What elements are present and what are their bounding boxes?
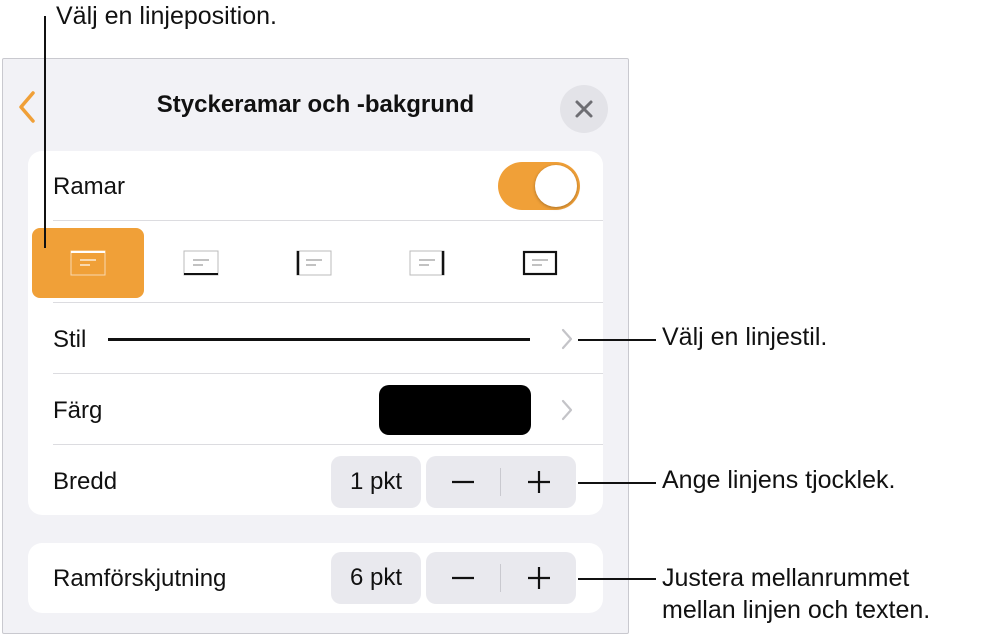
leader-line-style bbox=[578, 339, 656, 341]
border-position-bottom[interactable] bbox=[145, 228, 257, 298]
divider bbox=[53, 302, 603, 303]
width-decrement-button[interactable] bbox=[426, 456, 500, 508]
borders-toggle[interactable] bbox=[498, 162, 580, 210]
width-label: Bredd bbox=[53, 468, 118, 495]
border-bottom-icon bbox=[183, 250, 219, 276]
paragraph-borders-panel: Styckeramar och -bakgrund Ramar Stil Fär… bbox=[2, 58, 629, 634]
callout-offset-line-1: Justera mellanrummet bbox=[662, 564, 910, 592]
callout-line-width: Ange linjens tjocklek. bbox=[662, 466, 896, 494]
offset-label: Ramförskjutning bbox=[53, 565, 227, 592]
border-top-icon bbox=[70, 250, 106, 276]
style-label: Stil bbox=[53, 326, 87, 353]
stepper-separator bbox=[500, 468, 501, 496]
border-position-left[interactable] bbox=[258, 228, 370, 298]
minus-icon bbox=[452, 480, 474, 484]
color-swatch[interactable] bbox=[379, 385, 531, 435]
toggle-knob bbox=[535, 165, 577, 207]
callout-line-position: Välj en linjeposition. bbox=[56, 2, 277, 30]
border-left-icon bbox=[296, 250, 332, 276]
divider bbox=[53, 220, 603, 221]
border-right-icon bbox=[409, 250, 445, 276]
stepper-separator bbox=[500, 564, 501, 592]
close-button[interactable] bbox=[560, 85, 608, 133]
border-settings-group: Ramar Stil Färg Bredd 1 pkt bbox=[28, 151, 603, 515]
line-style-preview[interactable] bbox=[108, 338, 530, 341]
borders-label: Ramar bbox=[53, 173, 126, 200]
minus-icon bbox=[452, 576, 474, 580]
chevron-right-icon[interactable] bbox=[560, 398, 574, 422]
callout-offset-line-2: mellan linjen och texten. bbox=[662, 596, 931, 624]
offset-settings-group: Ramförskjutning 6 pkt bbox=[28, 543, 603, 613]
width-value: 1 pkt bbox=[331, 456, 421, 508]
divider bbox=[53, 373, 603, 374]
border-position-top[interactable] bbox=[32, 228, 144, 298]
color-label: Färg bbox=[53, 397, 103, 424]
offset-increment-button[interactable] bbox=[502, 552, 576, 604]
leader-line-position bbox=[44, 16, 46, 248]
close-icon bbox=[575, 100, 593, 118]
callout-line-style: Välj en linjestil. bbox=[662, 323, 828, 351]
offset-stepper bbox=[426, 552, 576, 604]
border-position-all[interactable] bbox=[484, 228, 596, 298]
leader-line-offset bbox=[578, 578, 656, 580]
leader-line-width bbox=[578, 482, 656, 484]
width-increment-button[interactable] bbox=[502, 456, 576, 508]
offset-value: 6 pkt bbox=[331, 552, 421, 604]
chevron-right-icon[interactable] bbox=[560, 327, 574, 351]
plus-icon bbox=[528, 471, 550, 493]
offset-decrement-button[interactable] bbox=[426, 552, 500, 604]
callout-border-offset: Justera mellanrummet mellan linjen och t… bbox=[662, 562, 930, 626]
border-all-icon bbox=[522, 250, 558, 276]
border-position-right[interactable] bbox=[371, 228, 483, 298]
divider bbox=[53, 444, 603, 445]
panel-title: Styckeramar och -bakgrund bbox=[156, 91, 475, 118]
width-stepper bbox=[426, 456, 576, 508]
plus-icon bbox=[528, 567, 550, 589]
